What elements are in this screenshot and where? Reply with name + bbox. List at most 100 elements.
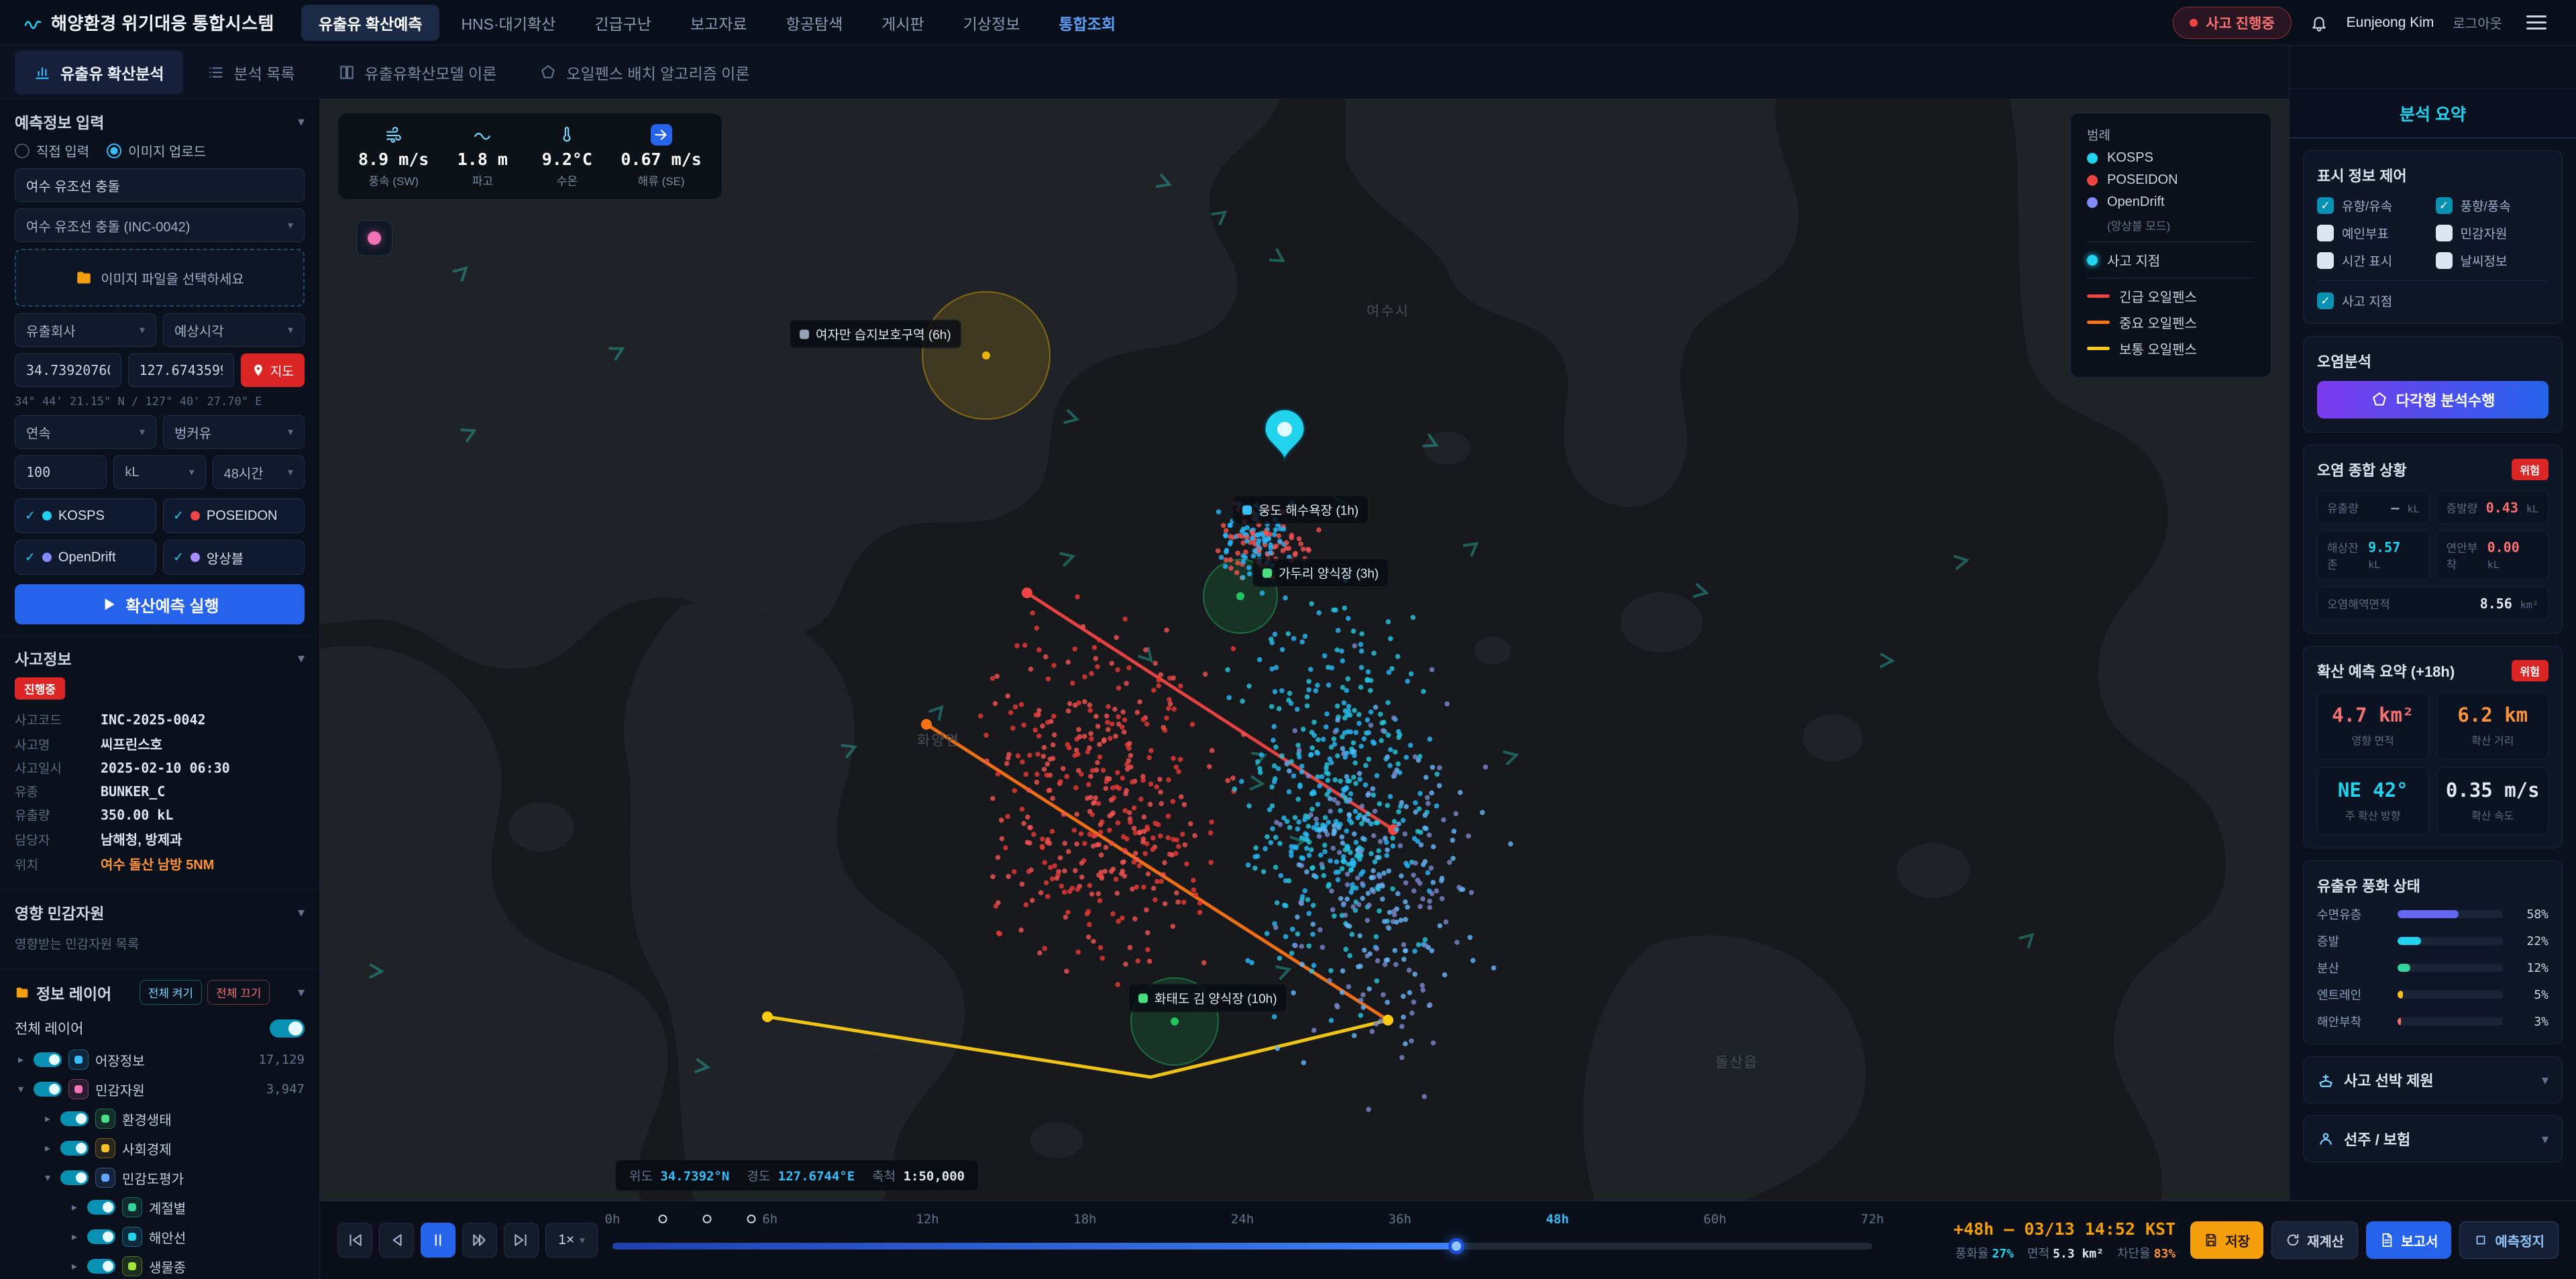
owner-insurance-section[interactable]: 선주 / 보험 ▾ [2303, 1115, 2563, 1162]
radio-direct-input[interactable]: 직접 입력 [15, 141, 89, 160]
nav-item-4[interactable]: 항공탐색 [769, 5, 861, 41]
layer-row-4[interactable]: ▾ 민감도평가 [15, 1163, 305, 1192]
longitude-input[interactable] [128, 353, 235, 387]
display-option-4[interactable]: 시간 표시 [2317, 252, 2430, 270]
display-option-incident[interactable]: ✓사고 지점 [2317, 292, 2548, 310]
logout-button[interactable]: 로그아웃 [2453, 13, 2502, 32]
summary-panel-title[interactable]: 분석 요약 [2290, 89, 2576, 138]
image-upload-dropzone[interactable]: 이미지 파일을 선택하세요 [15, 249, 305, 307]
radio-image-upload[interactable]: 이미지 업로드 [107, 141, 206, 160]
event-marker-0[interactable] [659, 1215, 667, 1223]
layer-toggle[interactable] [34, 1082, 62, 1097]
chevron-down-icon[interactable]: ▾ [15, 1082, 27, 1096]
map-canvas[interactable]: 8.9 m/s풍속 (SW)1.8 m파고9.2°C수온0.67 m/s해류 (… [320, 99, 2289, 1201]
event-marker-2[interactable] [747, 1215, 755, 1223]
notifications-bell-icon[interactable] [2310, 14, 2328, 32]
incident-marker-pin[interactable] [1265, 409, 1305, 460]
chevron-down-icon[interactable]: ▾ [42, 1171, 54, 1184]
progress-track[interactable] [612, 1243, 1872, 1249]
chevron-right-icon[interactable]: ▸ [42, 1142, 54, 1155]
step-back-button[interactable] [379, 1223, 414, 1258]
nav-item-1[interactable]: HNS·대기확산 [443, 5, 573, 41]
chevron-right-icon[interactable]: ▸ [42, 1112, 54, 1125]
app-logo[interactable]: 해양환경 위기대응 통합시스템 [24, 10, 274, 35]
layer-toggle[interactable] [60, 1111, 89, 1126]
map-pick-button[interactable]: 지도 [241, 353, 305, 387]
nav-item-5[interactable]: 게시판 [864, 5, 941, 41]
display-option-2[interactable]: 예인부표 [2317, 224, 2430, 242]
layer-toggle[interactable] [34, 1052, 62, 1067]
ship-specs-section[interactable]: 사고 선박 제원 ▾ [2303, 1056, 2563, 1103]
model-chip-0[interactable]: ✓KOSPS [15, 498, 156, 533]
timeline-handle[interactable] [1448, 1238, 1464, 1254]
action-button-1[interactable]: 재계산 [2271, 1221, 2358, 1259]
tab-3[interactable]: 오일펜스 배치 알고리즘 이론 [521, 50, 768, 95]
predict-section-header[interactable]: 예측정보 입력 ▾ [15, 110, 305, 133]
duration-select[interactable]: 48시간▾ [213, 455, 305, 489]
action-button-0[interactable]: 저장 [2190, 1221, 2263, 1259]
layer-row-5[interactable]: ▸ 계절별 [15, 1192, 305, 1222]
chevron-right-icon[interactable]: ▸ [68, 1230, 80, 1243]
model-chip-2[interactable]: ✓OpenDrift [15, 540, 156, 575]
display-option-3[interactable]: 민감자원 [2436, 224, 2549, 242]
time-select[interactable]: 예상시각▾ [163, 313, 305, 347]
layer-toggle[interactable] [60, 1170, 89, 1185]
layer-row-7[interactable]: ▸ 생물종 [15, 1252, 305, 1279]
display-option-5[interactable]: 날씨정보 [2436, 252, 2549, 270]
incident-name-input[interactable] [15, 168, 305, 202]
layer-toggle[interactable] [87, 1229, 115, 1244]
polygon-analysis-button[interactable]: 다각형 분석수행 [2317, 381, 2548, 419]
spill-mode-select[interactable]: 연속▾ [15, 415, 156, 449]
layers-all-off-button[interactable]: 전체 끄기 [207, 980, 270, 1005]
incident-section-header[interactable]: 사고정보 ▾ [15, 647, 305, 669]
display-option-0[interactable]: ✓유향/유속 [2317, 197, 2430, 215]
chevron-up-icon[interactable]: ▾ [298, 984, 305, 1001]
tab-2[interactable]: 유출유확산모델 이론 [319, 50, 516, 95]
chevron-down-icon[interactable]: ▾ [2542, 1072, 2548, 1089]
amount-input[interactable] [15, 455, 107, 489]
layer-row-0[interactable]: ▸ 어장정보 17,129 [15, 1045, 305, 1074]
timeline-track[interactable]: 0h6h12h18h24h36h48h60h72h [612, 1201, 1872, 1279]
chevron-up-icon[interactable]: ▾ [298, 650, 305, 667]
chevron-up-icon[interactable]: ▾ [298, 113, 305, 130]
action-button-3[interactable]: 예측정지 [2459, 1221, 2559, 1259]
skip-end-button[interactable] [504, 1223, 539, 1258]
model-chip-1[interactable]: ✓POSEIDON [163, 498, 305, 533]
tab-1[interactable]: 분석 목록 [189, 50, 314, 95]
model-chip-3[interactable]: ✓앙상블 [163, 540, 305, 575]
master-layer-toggle[interactable] [270, 1019, 305, 1038]
measure-tool-button[interactable] [356, 220, 392, 256]
oil-type-select[interactable]: 벙커유▾ [163, 415, 305, 449]
layer-toggle[interactable] [60, 1141, 89, 1156]
nav-item-3[interactable]: 보고자료 [673, 5, 765, 41]
chevron-down-icon[interactable]: ▾ [2542, 1131, 2548, 1148]
run-prediction-button[interactable]: 확산예측 실행 [15, 584, 305, 624]
action-button-2[interactable]: 보고서 [2366, 1221, 2451, 1259]
chevron-right-icon[interactable]: ▸ [68, 1201, 80, 1214]
pause-button[interactable] [421, 1223, 455, 1258]
company-select[interactable]: 유출회사▾ [15, 313, 156, 347]
layer-toggle[interactable] [87, 1200, 115, 1215]
latitude-input[interactable] [15, 353, 121, 387]
nav-item-2[interactable]: 긴급구난 [577, 5, 669, 41]
event-marker-1[interactable] [702, 1215, 711, 1223]
display-option-1[interactable]: ✓풍향/풍속 [2436, 197, 2549, 215]
layers-section-header[interactable]: 정보 레이어 전체 켜기 전체 끄기 ▾ [15, 980, 305, 1005]
unit-select[interactable]: kL▾ [113, 455, 205, 489]
playback-speed-select[interactable]: 1×▾ [545, 1223, 598, 1258]
menu-icon[interactable] [2521, 10, 2552, 35]
fast-forward-button[interactable] [462, 1223, 497, 1258]
incident-select[interactable]: 여수 유조선 충돌 (INC-0042)▾ [15, 209, 305, 242]
layer-toggle[interactable] [87, 1259, 115, 1274]
layer-row-3[interactable]: ▸ 사회경제 [15, 1133, 305, 1163]
chevron-right-icon[interactable]: ▸ [15, 1053, 27, 1066]
tab-0[interactable]: 유출유 확산분석 [15, 50, 183, 95]
nav-item-6[interactable]: 기상정보 [946, 5, 1038, 41]
skip-start-button[interactable] [337, 1223, 372, 1258]
layer-row-2[interactable]: ▸ 환경생태 [15, 1104, 305, 1133]
nav-item-7[interactable]: 통합조회 [1041, 5, 1133, 41]
layer-row-1[interactable]: ▾ 민감자원 3,947 [15, 1074, 305, 1104]
layer-row-6[interactable]: ▸ 해안선 [15, 1222, 305, 1252]
sensitive-section-header[interactable]: 영향 민감자원 ▾ [15, 901, 305, 924]
nav-item-0[interactable]: 유출유 확산예측 [301, 5, 440, 41]
